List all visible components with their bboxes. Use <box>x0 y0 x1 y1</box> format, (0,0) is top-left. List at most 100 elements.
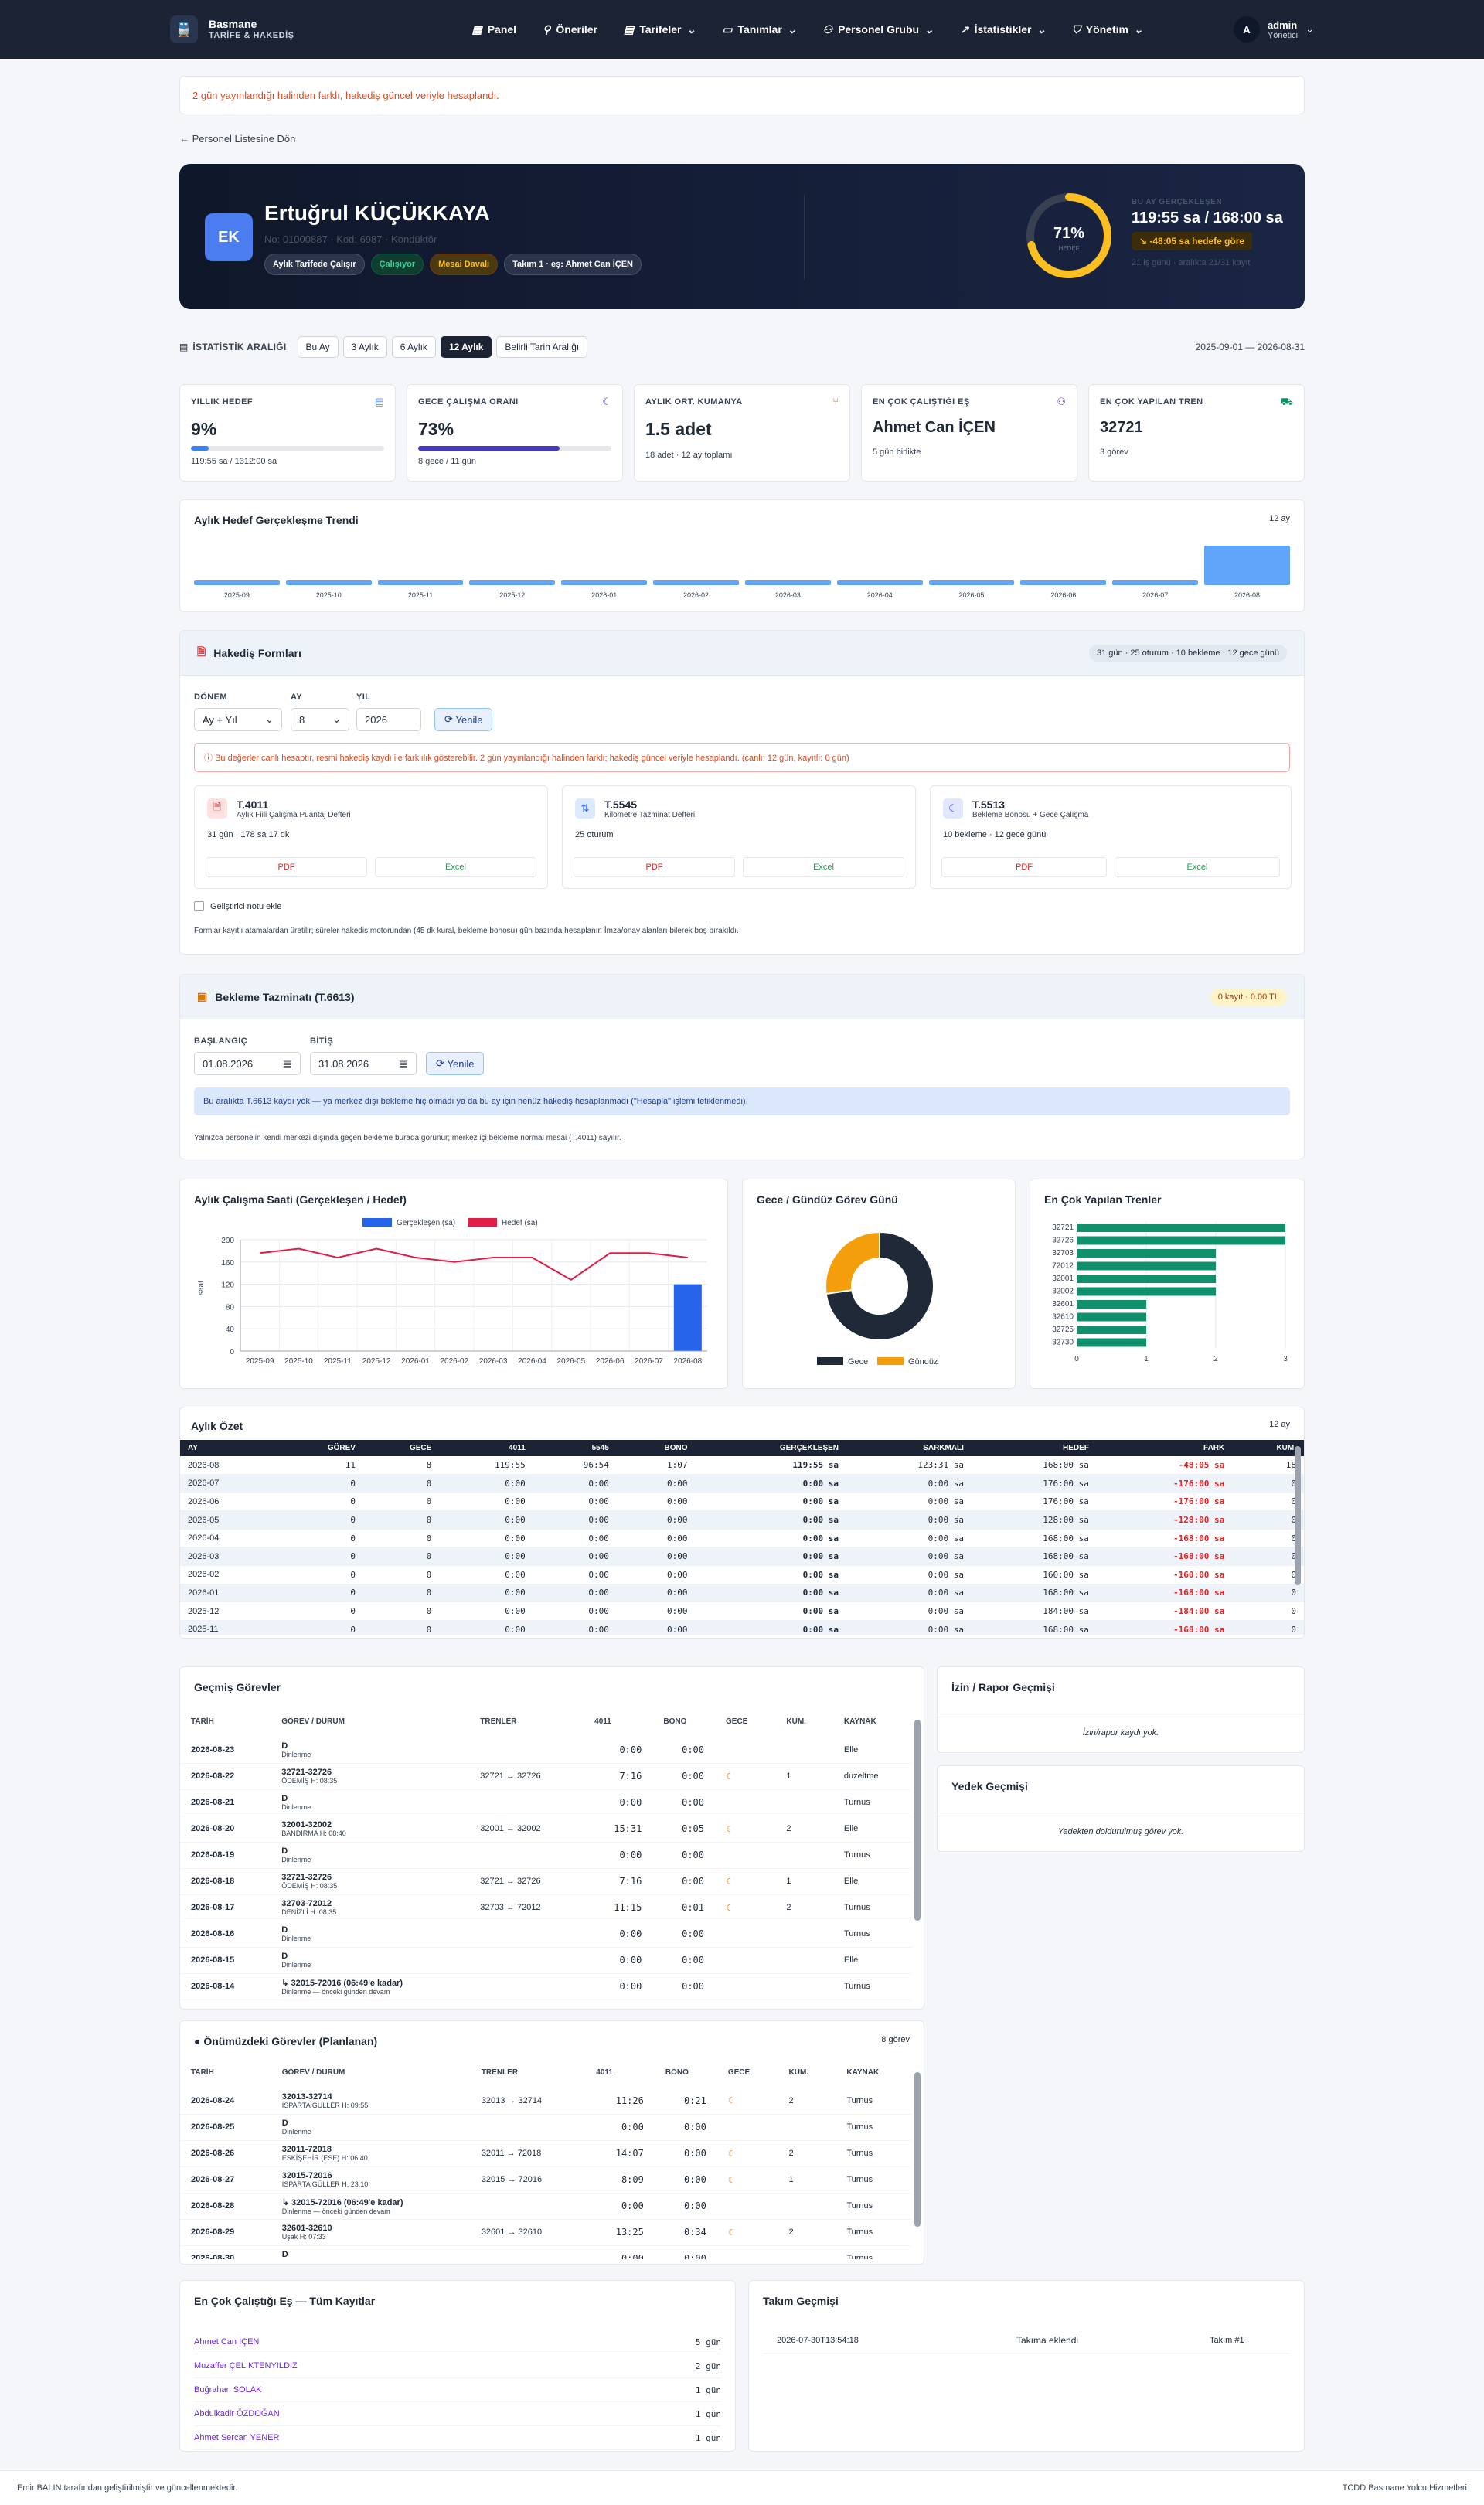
month-select[interactable]: 8 ⌄ <box>291 708 349 731</box>
nav-tarifeler[interactable]: ▤ Tarifeler ⌄ <box>624 23 696 36</box>
scrollbar[interactable] <box>914 1720 921 1921</box>
leave-title: İzin / Rapor Geçmişi <box>951 1681 1055 1693</box>
personnel-name: Ertuğrul KÜÇÜKKAYA <box>264 201 490 225</box>
nav-tanimlar[interactable]: ▭ Tanımlar ⌄ <box>722 23 796 36</box>
y-axis-label: saat <box>197 1281 206 1295</box>
leave-empty: İzin/rapor kaydı yok. <box>938 1717 1304 1738</box>
pdf-button[interactable]: PDF <box>574 857 735 877</box>
scrollbar[interactable] <box>1295 1446 1301 1585</box>
list-item[interactable]: Ahmet Sercan YENER 1 gün <box>194 2426 721 2450</box>
range-6-month-button[interactable]: 6 Aylık <box>391 336 436 358</box>
table-row[interactable]: 2026-08-26 32011-72018 ESKİŞEHİR (ESE) H: … <box>180 2140 911 2167</box>
table-row[interactable]: 2026-08-21 D Dinlenme 0:00 0:00 Turnus <box>180 1789 911 1816</box>
legend-swatch <box>362 1218 392 1227</box>
range-custom-button[interactable]: Belirli Tarih Aralığı <box>496 336 588 358</box>
period-select[interactable]: Ay + Yıl ⌄ <box>194 708 282 731</box>
nav-istatistikler[interactable]: ↗ İstatistikler ⌄ <box>960 23 1046 36</box>
x-tick-label: 1 <box>1144 1355 1149 1363</box>
excel-button[interactable]: Excel <box>375 857 536 877</box>
pdf-button[interactable]: PDF <box>941 857 1107 877</box>
nav-oneriler[interactable]: ⚲ Öneriler <box>543 23 597 36</box>
table-row[interactable]: 2026-08-17 32703-72012 DENİZLİ H: 08:35 327… <box>180 1894 911 1921</box>
kpi-annual-target: YILLIK HEDEF ▤ 9% 119:55 sa / 1312:00 sa <box>179 384 396 482</box>
table-row[interactable]: 2026-08-18 32721-32726 ÖDEMİŞ H: 08:35 3272… <box>180 1868 911 1895</box>
pin-icon: ⚲ <box>543 22 551 36</box>
team-badge: Takım 1 · eş: Ahmet Can İÇEN <box>504 254 642 275</box>
trend-month: 2025-11 <box>377 533 464 602</box>
nav-personel-grubu[interactable]: ⚇ Personel Grubu ⌄ <box>823 23 934 36</box>
y-tick-label: 0 <box>230 1348 234 1356</box>
chevron-down-icon: ⌄ <box>686 22 696 36</box>
table-row[interactable]: 2026-08-20 32001-32002 BANDIRMA H: 08:40 32… <box>180 1816 911 1843</box>
x-tick-label: 0 <box>1074 1355 1079 1363</box>
trend-month-label: 2026-07 <box>1142 591 1169 599</box>
nav-yonetim[interactable]: ⛉ Yönetim ⌄ <box>1072 23 1142 36</box>
year-input[interactable]: 2026 <box>356 708 421 731</box>
table-row: 2026-03 0 0 0:00 0:00 0:00 0:00 sa 0:00 sa 168:0… <box>180 1547 1304 1567</box>
partners-title: En Çok Çalıştığı Eş — Tüm Kayıtlar <box>194 2295 376 2307</box>
table-row[interactable]: 2026-08-16 D Dinlenme 0:00 0:00 Turnus <box>180 1921 911 1948</box>
chevron-down-icon: ⌄ <box>265 713 274 725</box>
chevron-down-icon: ⌄ <box>787 22 797 36</box>
stat-range-bar: ▤ İSTATİSTİK ARALIĞI Bu Ay 3 Aylık 6 Ayl… <box>179 332 1305 362</box>
hakedis-note: Formlar kayıtlı atamalardan üretilir; sü… <box>194 927 739 935</box>
back-link[interactable]: ← Personel Listesine Dön <box>179 133 1305 145</box>
legend-swatch <box>468 1218 497 1227</box>
trend-month-label: 2026-04 <box>866 591 893 599</box>
gauge-percent: 71% <box>1053 225 1084 242</box>
start-date-input[interactable]: 01.08.2026 ▤ <box>194 1052 301 1075</box>
user-menu[interactable]: A admin Yönetici ⌄ <box>1233 16 1314 43</box>
scrollbar[interactable] <box>914 2072 921 2227</box>
trend-month: 2025-12 <box>469 533 556 602</box>
table-row: 2026-01 0 0 0:00 0:00 0:00 0:00 sa 0:00 sa 168:0… <box>180 1584 1304 1603</box>
table-row[interactable]: 2026-08-24 32013-32714 ISPARTA GÜLLER H: 0… <box>180 2088 911 2115</box>
moon-icon: ☾ <box>602 396 611 407</box>
table-row[interactable]: 2026-08-14 ↳ 32015-72016 (06:49'e kadar) D… <box>180 1973 911 2000</box>
back-link-label: Personel Listesine Dön <box>192 133 296 145</box>
list-item[interactable]: Buğrahan SOLAK 1 gün <box>194 2378 721 2402</box>
table-row[interactable]: 2026-08-28 ↳ 32015-72016 (06:49'e kadar) D… <box>180 2193 911 2220</box>
trend-chart: 2025-09 2025-10 2025-11 2025-12 2026-01 2026-… <box>194 533 1290 602</box>
table-row[interactable]: 2026-08-22 32721-32726 ÖDEMİŞ H: 08:35 3272… <box>180 1763 911 1790</box>
end-date-input[interactable]: 31.08.2026 ▤ <box>310 1052 417 1075</box>
table-row[interactable]: 2026-08-15 D Dinlenme 0:00 0:00 Elle <box>180 1947 911 1974</box>
progress-bar <box>191 446 209 451</box>
form-t5513: ☾ T.5513 Bekleme Bonosu + Gece Çalışma 10 … <box>930 785 1292 889</box>
excel-button[interactable]: Excel <box>743 857 904 877</box>
table-row[interactable]: 2026-08-25 D Dinlenme 0:00 0:00 Turnus <box>180 2114 911 2141</box>
trend-month-label: 2025-12 <box>499 591 526 599</box>
x-tick-label: 2025-10 <box>284 1357 313 1366</box>
developer-note-checkbox[interactable]: Geliştirici notu ekle <box>194 901 281 911</box>
refresh-button[interactable]: ⟳ Yenile <box>426 1052 485 1075</box>
table-row[interactable]: 2026-08-19 D Dinlenme 0:00 0:00 Turnus <box>180 1842 911 1869</box>
table-row[interactable]: 2026-08-23 D Dinlenme 0:00 0:00 Elle <box>180 1737 911 1764</box>
train-bar <box>1077 1249 1216 1258</box>
past-duties-title: Geçmiş Görevler <box>194 1681 281 1693</box>
night-day-donut: Gece Gündüz <box>817 1230 938 1367</box>
x-tick-label: 2026-02 <box>440 1357 468 1366</box>
list-item[interactable]: Ahmet Can İÇEN 5 gün <box>194 2330 721 2354</box>
range-12-month-button[interactable]: 12 Aylık <box>440 336 492 358</box>
table-row[interactable]: 2026-08-27 32015-72016 ISPARTA GÜLLER H: 2… <box>180 2166 911 2194</box>
brand[interactable]: 🚆 Basmane TARİFE & HAKEDİŞ <box>170 15 294 43</box>
refresh-button[interactable]: ⟳ Yenile <box>434 708 493 731</box>
moon-icon: ☾ <box>727 2228 736 2238</box>
excel-button[interactable]: Excel <box>1115 857 1280 877</box>
trend-month-label: 2025-10 <box>315 591 342 599</box>
x-tick-label: 2026-03 <box>479 1357 508 1366</box>
moon-icon: ☾ <box>727 2149 736 2159</box>
pdf-button[interactable]: PDF <box>206 857 367 877</box>
list-item[interactable]: Abdulkadir ÖZDOĞAN 1 gün <box>194 2402 721 2426</box>
list-item[interactable]: Muzaffer ÇELİKTENYILDIZ 2 gün <box>194 2354 721 2378</box>
trend-month-label: 2026-01 <box>591 591 618 599</box>
nav-panel[interactable]: ▦ Panel <box>471 23 516 36</box>
table-row[interactable]: 2026-08-30DDinlenme0:000:00Turnus <box>180 2245 911 2259</box>
range-3-month-button[interactable]: 3 Aylık <box>342 336 387 358</box>
table-row[interactable]: 2026-08-29 32601-32610 Uşak H: 07:33 32601 … <box>180 2219 911 2246</box>
train-bar <box>1077 1224 1285 1232</box>
route-icon: ⇅ <box>575 798 595 819</box>
trend-bar <box>744 580 831 585</box>
table-row: 2025-11 0 0 0:00 0:00 0:00 0:00 sa 0:00 sa 168:0… <box>180 1620 1304 1635</box>
range-this-month-button[interactable]: Bu Ay <box>297 336 339 358</box>
realized-label: BU AY GERÇEKLEŞEN <box>1132 198 1223 206</box>
